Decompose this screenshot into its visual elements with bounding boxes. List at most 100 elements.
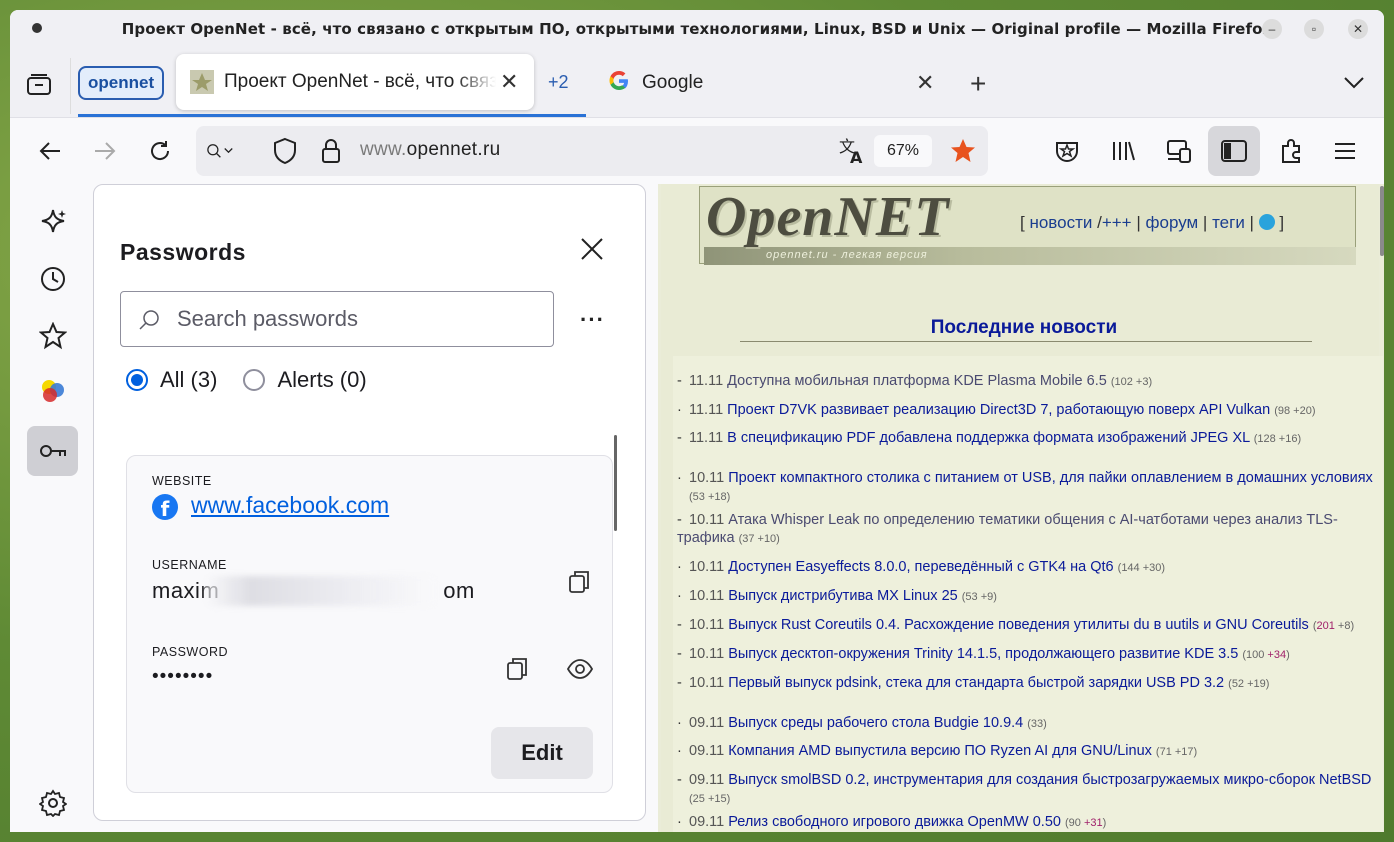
tab-group-more[interactable]: +2 (548, 72, 569, 93)
opennet-logo[interactable]: OpenNET opennet.ru - легкая версия (704, 186, 1356, 265)
nav-forum-link[interactable]: форум (1146, 213, 1199, 232)
news-heading: Последние новости (930, 317, 1118, 338)
site-top-nav: [ новости /+++ | форум | теги | ] (1020, 213, 1285, 232)
radio-all[interactable] (126, 369, 148, 391)
password-value[interactable]: •••••••• (152, 666, 213, 688)
news-link[interactable]: Проект компактного столика с питанием от… (728, 470, 1373, 486)
translate-icon[interactable]: 文A (838, 136, 868, 166)
tracking-protection-shield-icon[interactable] (270, 136, 300, 166)
news-item: -10.11 Выпуск десктоп-окружения Trinity 1… (677, 646, 1290, 662)
tab-opennet[interactable]: Проект OpenNet - всё, что связано с откр… (176, 54, 534, 110)
news-link[interactable]: Выпуск десктоп-окружения Trinity 14.1.5,… (728, 646, 1238, 662)
website-label: WEBSITE (152, 474, 212, 488)
news-link[interactable]: Выпуск smolBSD 0.2, инструментария для с… (728, 772, 1371, 788)
copy-password-icon[interactable] (503, 655, 531, 683)
news-list: -11.11 Доступна мобильная платформа KDE P… (673, 356, 1383, 832)
passwords-panel: Passwords ··· All (3) Alerts (0) WEBSITE… (93, 184, 646, 821)
show-password-eye-icon[interactable] (566, 655, 594, 683)
window-menu-icon[interactable] (32, 23, 42, 33)
synced-tabs-icon[interactable] (1164, 136, 1194, 166)
news-item: -09.11 Выпуск smolBSD 0.2, инструментария… (677, 772, 1372, 805)
nav-news-link[interactable]: новости (1029, 213, 1092, 232)
sidebar-toggle-button[interactable] (1208, 126, 1260, 176)
tab-title: Google (642, 72, 704, 93)
forward-icon[interactable] (90, 136, 120, 166)
sidebar-launcher (10, 184, 92, 832)
username-label: USERNAME (152, 558, 227, 572)
extension-color-icon[interactable] (38, 376, 68, 406)
radio-all-label[interactable]: All (3) (160, 367, 217, 393)
radio-alerts-label[interactable]: Alerts (0) (277, 367, 366, 393)
passwords-sidebar-button[interactable] (27, 426, 78, 476)
news-item: · 09.11 Выпуск среды рабочего стола Budgie… (677, 715, 1047, 731)
website-link[interactable]: www.facebook.com (191, 492, 389, 519)
bookmark-star-icon[interactable] (948, 136, 978, 166)
firefox-window: Проект OpenNet - всё, что связано с откр… (10, 10, 1384, 832)
firefox-view-icon[interactable] (24, 70, 54, 100)
telegram-icon[interactable] (1258, 214, 1275, 230)
close-panel-icon[interactable] (580, 237, 604, 261)
news-link[interactable]: Доступна мобильная платформа KDE Plasma … (727, 373, 1107, 389)
minimize-button[interactable]: – (1262, 19, 1282, 39)
list-all-tabs-icon[interactable] (1342, 70, 1366, 99)
new-tab-button[interactable]: + (970, 68, 986, 100)
news-link[interactable]: Компания AMD выпустила версию ПО Ryzen A… (728, 743, 1152, 759)
news-item: · 11.11 Проект D7VK развивает реализацию D… (677, 402, 1316, 418)
app-menu-icon[interactable] (1330, 136, 1360, 166)
search-passwords-box (120, 291, 554, 347)
search-icon (137, 308, 161, 337)
password-label: PASSWORD (152, 645, 228, 659)
news-link[interactable]: Проект D7VK развивает реализацию Direct3… (727, 402, 1270, 418)
site-header: OpenNET opennet.ru - легкая версия [ нов… (699, 186, 1356, 265)
news-item: -10.11 Выпуск Rust Coreutils 0.4. Расхожд… (677, 617, 1355, 633)
tab-group-underline (78, 114, 586, 117)
separator (70, 58, 71, 114)
pocket-save-icon[interactable] (1052, 136, 1082, 166)
news-item: · 09.11 Компания AMD выпустила версию ПО R… (677, 743, 1198, 759)
close-tab-icon[interactable]: ✕ (916, 70, 934, 96)
tab-group-label[interactable]: opennet (78, 66, 165, 100)
settings-gear-icon[interactable] (38, 788, 68, 818)
nav-plus-link[interactable]: +++ (1102, 213, 1132, 232)
news-link[interactable]: Выпуск среды рабочего стола Budgie 10.9.… (728, 715, 1023, 731)
news-link[interactable]: Доступен Easyeffects 8.0.0, переведённый… (728, 559, 1113, 575)
news-link[interactable]: Первый выпуск pdsink, стека для стандарт… (728, 675, 1224, 691)
maximize-button[interactable]: ▫ (1304, 19, 1324, 39)
filter-radio-group: All (3) Alerts (0) (126, 367, 367, 393)
tab-title: Проект OpenNet - всё, что связано с откр… (224, 71, 496, 92)
search-input[interactable] (177, 304, 537, 334)
tab-google[interactable]: Google ✕ (608, 62, 948, 104)
news-item: · 10.11 Доступен Easyeffects 8.0.0, переве… (677, 559, 1166, 575)
more-options-button[interactable]: ··· (580, 307, 605, 333)
ai-chatbot-sparkle-icon[interactable] (38, 206, 68, 236)
history-clock-icon[interactable] (38, 264, 68, 294)
tab-bar: opennet Проект OpenNet - всё, что связан… (10, 48, 1384, 118)
nav-bar: www.opennet.ru 文A 67% (10, 118, 1384, 184)
opennet-favicon (190, 70, 214, 94)
search-engine-icon[interactable] (206, 136, 236, 166)
news-link[interactable]: Выпуск дистрибутива MX Linux 25 (728, 588, 957, 604)
library-icon[interactable] (1108, 136, 1138, 166)
bookmarks-star-icon[interactable] (38, 321, 68, 351)
panel-scrollbar[interactable] (614, 435, 617, 531)
extensions-icon[interactable] (1276, 136, 1306, 166)
facebook-icon: f (152, 494, 178, 520)
news-link[interactable]: Выпуск Rust Coreutils 0.4. Расхождение п… (728, 617, 1309, 633)
url-bar[interactable]: www.opennet.ru 文A 67% (196, 126, 988, 176)
back-icon[interactable] (35, 136, 65, 166)
radio-alerts[interactable] (243, 369, 266, 391)
lock-icon[interactable] (316, 136, 346, 166)
page-scrollbar[interactable] (1380, 186, 1384, 256)
news-link[interactable]: Релиз свободного игрового движка OpenMW … (728, 814, 1061, 830)
reload-icon[interactable] (145, 136, 175, 166)
copy-username-icon[interactable] (565, 568, 593, 596)
close-tab-icon[interactable]: ✕ (500, 69, 518, 95)
close-window-button[interactable]: ✕ (1348, 19, 1368, 39)
edit-button[interactable]: Edit (491, 727, 593, 779)
zoom-indicator[interactable]: 67% (874, 135, 932, 167)
news-link[interactable]: В спецификацию PDF добавлена поддержка ф… (727, 430, 1250, 446)
url-text[interactable]: www.opennet.ru (360, 139, 500, 161)
news-item: · 10.11 Выпуск дистрибутива MX Linux 25 (5… (677, 588, 997, 604)
news-item: · 10.11 Проект компактного столика с питан… (677, 470, 1373, 503)
nav-tags-link[interactable]: теги (1212, 213, 1245, 232)
